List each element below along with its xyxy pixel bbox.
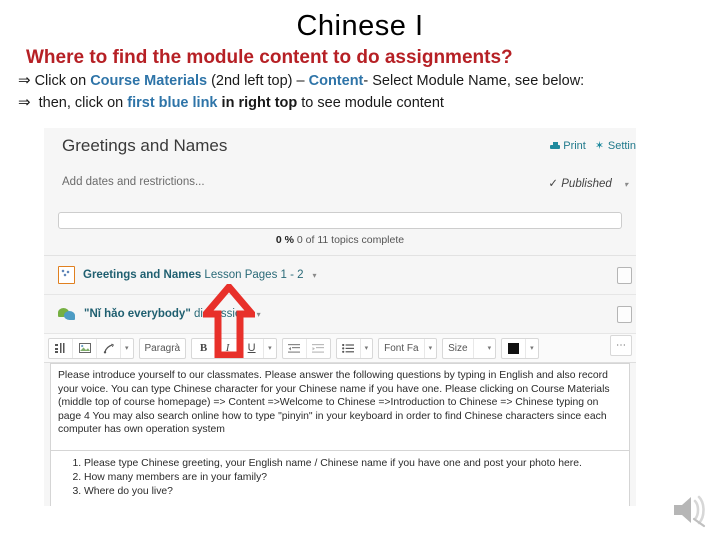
progress-text: 0 % 0 of 11 topics complete (58, 234, 622, 246)
screenshot-topbar: Greetings and Names Print ✶ Settin (44, 128, 636, 172)
progress-bar (58, 212, 622, 229)
add-dates-restrictions-link[interactable]: Add dates and restrictions... (62, 176, 205, 188)
quicklink-icon[interactable] (97, 338, 121, 358)
discussion-link[interactable]: "Nǐ hǎo everybody" discussion (84, 308, 248, 320)
bullet1-text-seg3: - Select Module Name, see below: (363, 73, 585, 89)
discussion-label-bold: "Nǐ hǎo everybody" (84, 308, 191, 320)
list-item[interactable]: "Nǐ hǎo everybody" discussion ▾ (44, 295, 636, 334)
question-list: Please type Chinese greeting, your Engli… (58, 457, 622, 499)
embedded-lms-screenshot: Greetings and Names Print ✶ Settin Add d… (44, 128, 636, 506)
bullet1-link-content[interactable]: Content (309, 73, 364, 89)
bullet2-text-seg3: to see module content (297, 95, 444, 111)
progress-detail: 0 of 11 topics complete (296, 234, 405, 246)
module-subrow: Add dates and restrictions... ✓ Publishe… (44, 172, 636, 202)
lesson-pages-link[interactable]: Greetings and Names Lesson Pages 1 - 2 (83, 269, 304, 281)
item-completion-checkbox[interactable] (617, 306, 632, 323)
chevron-down-icon[interactable]: ▾ (264, 344, 276, 352)
indent-increase-icon[interactable] (307, 339, 330, 358)
editor-toolbar: ▾ Paragrà B I U ▾ ▾ Font Fa ▾ Size ▾ ▾ ⋯ (44, 334, 636, 363)
paragraph-style-dropdown[interactable]: Paragrà (140, 339, 186, 358)
indent-decrease-icon[interactable] (283, 338, 307, 358)
gear-icon: ✶ (594, 140, 605, 152)
font-family-dropdown[interactable]: Font Fa (379, 338, 425, 358)
progress-section: 0 % 0 of 11 topics complete (58, 212, 622, 246)
item-completion-checkbox[interactable] (617, 267, 632, 284)
list-item: Please type Chinese greeting, your Engli… (84, 457, 622, 471)
insert-stuff-icon[interactable] (49, 338, 73, 358)
italic-button[interactable]: I (216, 338, 241, 358)
chevron-down-icon[interactable]: ▾ (425, 344, 437, 352)
module-heading: Greetings and Names (62, 136, 228, 155)
instruction-bullet-1: ⇒ Click on Course Materials (2nd left top… (0, 70, 720, 92)
settings-button[interactable]: ✶ Settin (595, 140, 636, 152)
lesson-label-light: Lesson Pages 1 - 2 (201, 269, 304, 281)
bullet1-link-course-materials[interactable]: Course Materials (90, 73, 207, 89)
toolbar-group-font-family: Font Fa ▾ (378, 337, 438, 359)
toolbar-group-list: ▾ (335, 337, 374, 359)
chevron-down-icon[interactable]: ▾ (474, 344, 496, 352)
document-icon (58, 266, 75, 284)
settings-label: Settin (607, 140, 636, 152)
slide-subtitle: Where to find the module content to do a… (26, 47, 513, 68)
color-swatch-icon (508, 342, 520, 354)
chevron-down-icon[interactable]: ▾ (121, 344, 133, 352)
chevron-down-icon: ▾ (623, 180, 628, 189)
toolbar-group-paragraph: Paragrà (138, 337, 187, 359)
underline-button[interactable]: U (240, 338, 265, 358)
list-item: Where do you live? (84, 485, 622, 499)
bullet2-link-first-blue-link[interactable]: first blue link (127, 95, 217, 111)
chevron-down-icon[interactable]: ▾ (526, 344, 538, 352)
published-label: Published (561, 178, 612, 190)
font-size-dropdown[interactable]: Size (443, 338, 474, 358)
list-item[interactable]: Greetings and Names Lesson Pages 1 - 2 ▾ (44, 256, 636, 295)
print-label: Print (563, 140, 586, 152)
toolbar-overflow-button[interactable]: ⋯ (610, 335, 632, 356)
progress-percent: 0 % (275, 234, 294, 246)
editor-question-list: Please type Chinese greeting, your Engli… (50, 451, 630, 506)
speaker-muted-icon[interactable] (664, 486, 712, 534)
toolbar-group-format: B I U ▾ (191, 337, 277, 359)
lesson-label-bold: Greetings and Names (83, 269, 202, 281)
bullet2-text-seg2: in right top (217, 95, 298, 111)
toolbar-group-font-size: Size ▾ (442, 337, 497, 359)
instruction-bullet-2: ⇒ then, click on first blue link in righ… (0, 92, 720, 114)
bullet2-text-seg1: then, click on (34, 95, 128, 111)
item-chevron-down-icon[interactable]: ▾ (257, 310, 261, 319)
toolbar-group-color: ▾ (501, 337, 539, 359)
bullet-list-icon[interactable] (337, 338, 361, 358)
editor-description-text: Please introduce yourself to our classma… (50, 363, 630, 451)
bold-button[interactable]: B (192, 338, 217, 358)
image-icon[interactable] (73, 338, 97, 358)
printer-icon (550, 141, 561, 151)
page-title: Chinese I (296, 10, 424, 42)
text-color-button[interactable] (502, 338, 527, 358)
discussion-bubble-icon (58, 307, 76, 321)
toolbar-group-indent (281, 337, 331, 359)
print-button[interactable]: Print (550, 140, 586, 152)
check-icon: ✓ (548, 178, 559, 190)
bullet-arrow-glyph: ⇒ (18, 72, 31, 89)
item-chevron-down-icon[interactable]: ▾ (313, 271, 317, 280)
module-actions: Print ✶ Settin (550, 140, 636, 152)
discussion-label-light: discussion (190, 308, 248, 320)
published-status[interactable]: ✓ Published ▾ (548, 176, 628, 190)
toolbar-group-insert: ▾ (48, 337, 134, 359)
chevron-down-icon[interactable]: ▾ (361, 344, 373, 352)
bullet1-text-seg2: (2nd left top) – (207, 73, 309, 89)
bullet1-text-seg1: Click on (34, 73, 91, 89)
bullet-arrow-glyph-2: ⇒ (18, 94, 31, 111)
list-item: How many members are in your family? (84, 471, 622, 485)
